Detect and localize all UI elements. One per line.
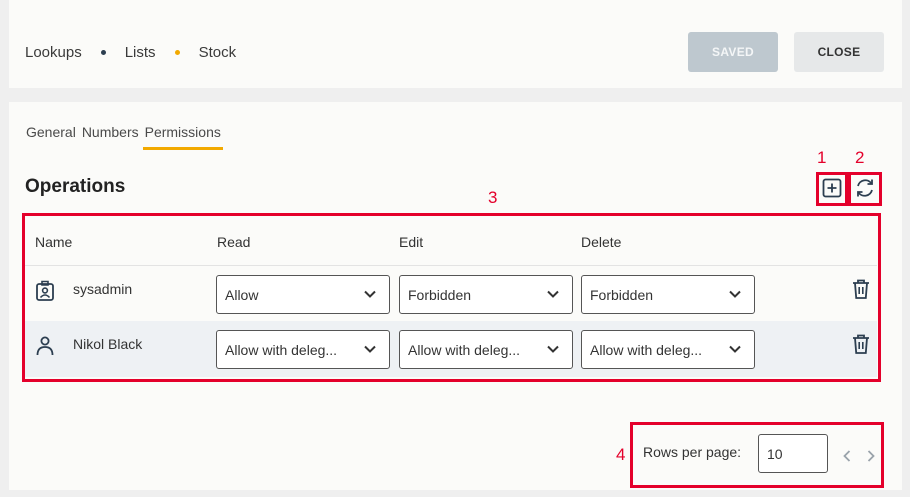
select-value: Allow with deleg... <box>590 341 703 358</box>
column-header-edit: Edit <box>399 234 424 250</box>
refresh-button[interactable] <box>853 176 877 200</box>
chevron-down-icon <box>729 290 741 298</box>
saved-button[interactable]: SAVED <box>688 32 778 72</box>
edit-permission-select[interactable]: Forbidden <box>399 275 573 314</box>
column-header-delete: Delete <box>581 234 622 250</box>
rows-per-page-value: 10 <box>767 445 783 462</box>
chevron-right-icon[interactable] <box>864 448 878 464</box>
breadcrumb-separator <box>174 50 180 55</box>
breadcrumb-stock: Stock <box>198 44 237 61</box>
user-icon <box>36 336 54 356</box>
chevron-down-icon <box>547 290 559 298</box>
plus-square-icon <box>822 178 842 198</box>
breadcrumb: Lookups Lists Stock <box>25 44 236 61</box>
chevron-left-icon[interactable] <box>840 448 854 464</box>
refresh-icon <box>857 179 873 197</box>
tab-general[interactable]: General <box>26 124 76 150</box>
user-name: Nikol Black <box>73 336 143 352</box>
edit-permission-select[interactable]: Allow with deleg... <box>399 330 573 369</box>
user-name: sysadmin <box>73 281 133 297</box>
breadcrumb-lookups[interactable]: Lookups <box>25 44 82 61</box>
breadcrumb-lists[interactable]: Lists <box>125 44 156 61</box>
chevron-down-icon <box>547 345 559 353</box>
section-title: Operations <box>25 176 126 197</box>
rows-per-page-label: Rows per page: <box>643 444 742 460</box>
close-button[interactable]: CLOSE <box>794 32 884 72</box>
table-header: Name Read Edit Delete <box>25 215 877 265</box>
table-row: sysadmin Allow Forbidden Forbidden <box>25 265 877 321</box>
chevron-down-icon <box>729 345 741 353</box>
pagination: Rows per page: 10 <box>630 422 878 482</box>
trash-icon[interactable] <box>851 278 871 300</box>
select-value: Forbidden <box>408 286 472 303</box>
header-card: Lookups Lists Stock SAVED CLOSE <box>9 0 902 88</box>
chevron-down-icon <box>364 290 376 298</box>
select-value: Allow <box>225 286 259 303</box>
tab-permissions[interactable]: Permissions <box>142 124 224 150</box>
annotation-number-1: 1 <box>817 148 827 167</box>
breadcrumb-separator <box>100 50 106 55</box>
chevron-down-icon <box>364 345 376 353</box>
trash-icon[interactable] <box>851 333 871 355</box>
column-header-read: Read <box>217 234 251 250</box>
delete-permission-select[interactable]: Allow with deleg... <box>581 330 755 369</box>
select-value: Allow with deleg... <box>408 341 521 358</box>
table-row: Nikol Black Allow with deleg... Allow wi… <box>25 321 877 377</box>
column-header-name: Name <box>35 234 73 250</box>
tab-numbers[interactable]: Numbers <box>82 124 139 150</box>
select-value: Allow with deleg... <box>225 341 338 358</box>
rows-per-page-input[interactable]: 10 <box>758 434 828 473</box>
read-permission-select[interactable]: Allow <box>216 275 390 314</box>
add-operation-button[interactable] <box>820 176 844 200</box>
user-badge-icon <box>36 280 54 301</box>
tab-bar: General Numbers Permissions <box>26 124 227 150</box>
annotation-number-2: 2 <box>855 148 865 167</box>
annotation-number-4: 4 <box>616 445 626 464</box>
delete-permission-select[interactable]: Forbidden <box>581 275 755 314</box>
select-value: Forbidden <box>590 286 654 303</box>
read-permission-select[interactable]: Allow with deleg... <box>216 330 390 369</box>
permissions-card: General Numbers Permissions Operations 1… <box>9 102 902 490</box>
annotation-number-3: 3 <box>488 188 498 207</box>
